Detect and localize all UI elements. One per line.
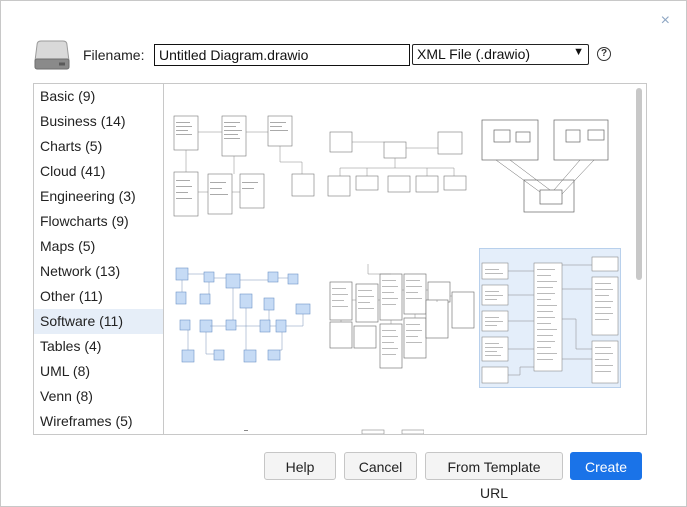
category-item-cloud[interactable]: Cloud (41) [34,159,163,184]
disk-icon [34,40,70,70]
template-thumbnail[interactable] [244,428,424,434]
template-browser: Basic (9) Business (14) Charts (5) Cloud… [33,83,647,435]
template-preview [481,256,619,384]
template-thumbnail[interactable] [172,264,322,368]
category-item-network[interactable]: Network (13) [34,259,163,284]
chevron-down-icon: ▼ [573,46,584,58]
template-thumbnail[interactable] [170,112,318,222]
category-item-other[interactable]: Other (11) [34,284,163,309]
template-gallery [164,84,646,434]
category-item-wireframes[interactable]: Wireframes (5) [34,409,163,434]
help-icon[interactable]: ? [597,47,611,61]
close-icon[interactable]: × [661,13,670,29]
category-item-maps[interactable]: Maps (5) [34,234,163,259]
format-select-value: XML File (.drawio) [417,46,531,62]
template-thumbnail[interactable] [328,260,476,378]
create-button[interactable]: Create [570,452,642,480]
from-template-url-button[interactable]: From Template URL [425,452,563,501]
new-diagram-dialog: × Filename: XML File (.drawio) ▼ ? Basic… [0,0,687,507]
category-item-business[interactable]: Business (14) [34,109,163,134]
category-item-charts[interactable]: Charts (5) [34,134,163,159]
format-select[interactable]: XML File (.drawio) ▼ [412,44,589,65]
help-button[interactable]: Help [264,452,336,480]
category-item-venn[interactable]: Venn (8) [34,384,163,409]
category-item-basic[interactable]: Basic (9) [34,84,163,109]
template-thumbnail-selected[interactable] [479,248,621,388]
template-thumbnail[interactable] [480,116,610,216]
template-thumbnail[interactable] [326,124,474,204]
category-item-flowcharts[interactable]: Flowcharts (9) [34,209,163,234]
gallery-scrollbar[interactable] [636,88,642,280]
filename-row: Filename: XML File (.drawio) ▼ ? [33,39,633,71]
filename-label: Filename: [83,47,145,63]
category-list: Basic (9) Business (14) Charts (5) Cloud… [34,84,164,434]
category-item-software[interactable]: Software (11) [34,309,163,334]
category-item-engineering[interactable]: Engineering (3) [34,184,163,209]
category-item-uml[interactable]: UML (8) [34,359,163,384]
filename-input[interactable] [154,44,410,66]
cancel-button[interactable]: Cancel [344,452,417,480]
category-item-tables[interactable]: Tables (4) [34,334,163,359]
